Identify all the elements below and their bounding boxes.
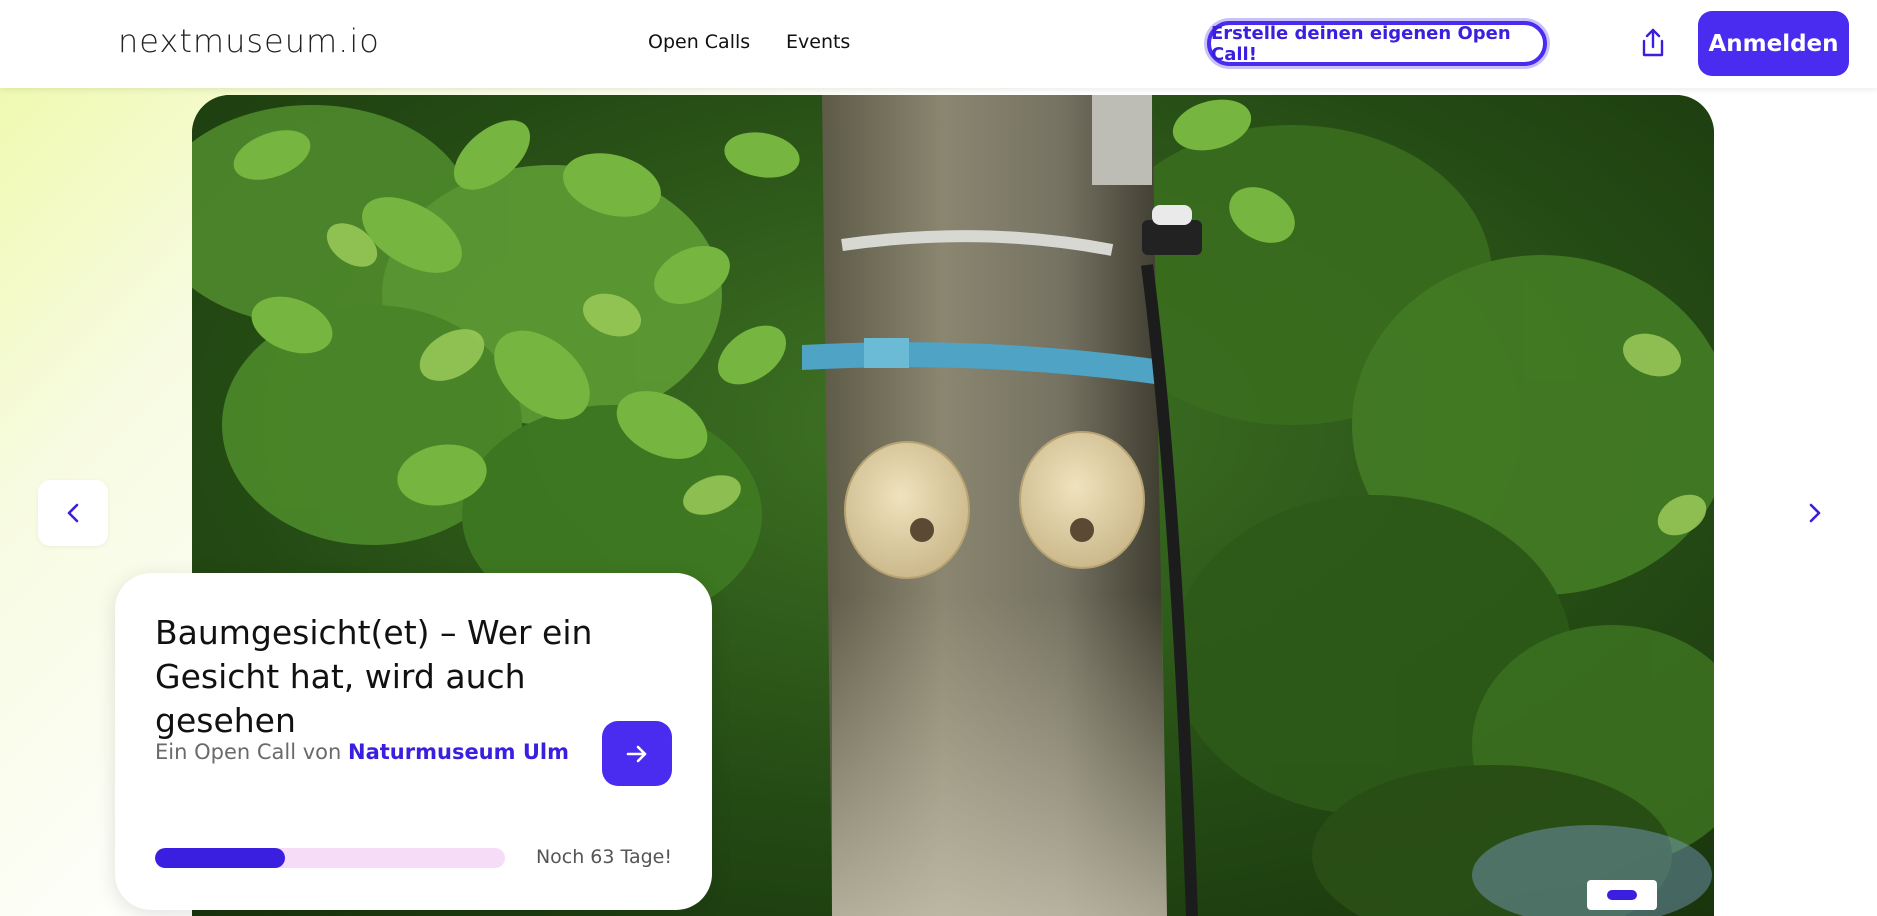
- deadline-progress-fill: [155, 848, 285, 868]
- login-button[interactable]: Anmelden: [1698, 11, 1849, 76]
- site-header: nextmuseum.io Open Calls Events Erstelle…: [0, 0, 1877, 88]
- deadline-progress-bar: [155, 848, 505, 868]
- site-logo[interactable]: nextmuseum.io: [118, 22, 380, 60]
- open-call-title[interactable]: Baumgesicht(et) – Wer ein Gesicht hat, w…: [155, 611, 675, 743]
- open-call-card: Baumgesicht(et) – Wer ein Gesicht hat, w…: [115, 573, 712, 910]
- create-open-call-button[interactable]: Erstelle deinen eigenen Open Call!: [1207, 21, 1547, 66]
- carousel-next-button[interactable]: [1795, 496, 1835, 530]
- slide-indicator-dot-active[interactable]: [1607, 890, 1637, 900]
- nav-events[interactable]: Events: [786, 31, 850, 53]
- days-left-label: Noch 63 Tage!: [535, 846, 672, 868]
- organizer-link[interactable]: Naturmuseum Ulm: [348, 740, 569, 764]
- organizer-prefix: Ein Open Call von: [155, 740, 342, 764]
- share-icon[interactable]: [1638, 27, 1668, 59]
- slide-indicator[interactable]: [1587, 880, 1657, 910]
- arrow-right-icon: [626, 745, 647, 762]
- chevron-right-icon: [1809, 503, 1821, 523]
- open-call-organizer: Ein Open Call von Naturmuseum Ulm: [155, 740, 569, 764]
- carousel-prev-button[interactable]: [38, 480, 108, 546]
- nav-open-calls[interactable]: Open Calls: [648, 31, 750, 53]
- open-call-go-button[interactable]: [602, 721, 672, 786]
- chevron-left-icon: [67, 503, 79, 523]
